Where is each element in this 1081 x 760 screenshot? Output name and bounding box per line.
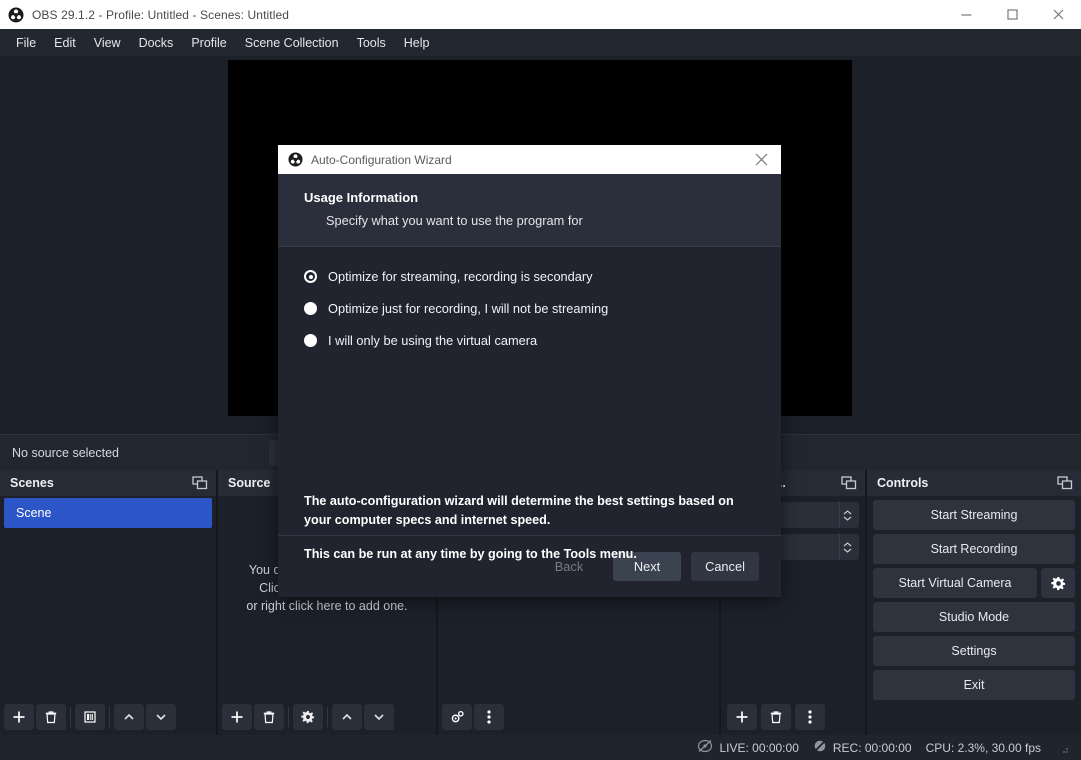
radio-button-streaming[interactable] [304,270,317,283]
dialog-heading: Usage Information [304,190,419,205]
start-streaming-button[interactable]: Start Streaming [873,500,1075,530]
sources-toolbar [218,699,436,735]
add-source-button[interactable] [222,704,252,730]
menu-docks[interactable]: Docks [130,32,183,54]
scene-filters-button[interactable] [75,704,105,730]
add-transition-button[interactable] [727,704,757,730]
dialog-subheading: Specify what you want to use the program… [326,213,583,228]
menubar: File Edit View Docks Profile Scene Colle… [0,29,1081,56]
exit-button[interactable]: Exit [873,670,1075,700]
menu-edit[interactable]: Edit [45,32,85,54]
mixer-menu-button[interactable] [474,704,504,730]
menu-profile[interactable]: Profile [182,32,235,54]
scene-list-item[interactable]: Scene [4,498,212,528]
maximize-button[interactable] [989,0,1035,29]
transition-menu-button[interactable] [795,704,825,730]
remove-source-button[interactable] [254,704,284,730]
divider [70,707,71,727]
rec-timer: REC: 00:00:00 [832,740,912,755]
menu-file[interactable]: File [7,32,45,54]
controls-title: Controls [877,476,929,490]
advanced-audio-properties-button[interactable] [442,704,472,730]
option-optimize-recording[interactable]: Optimize just for recording, I will not … [304,301,755,316]
close-button[interactable] [1035,0,1081,29]
radio-button-recording[interactable] [304,302,317,315]
dialog-title: Auto-Configuration Wizard [311,152,452,167]
no-source-selected-label: No source selected [12,445,120,460]
dialog-header: Usage Information Specify what you want … [278,174,781,247]
controls-dock-header: Controls [867,470,1081,496]
broadcast-off-icon [697,739,713,756]
mixer-toolbar [438,699,719,735]
duration-spinner[interactable] [839,534,855,560]
transition-spinner[interactable] [839,502,855,528]
dialog-note-line-1: The auto-configuration wizard will deter… [304,494,734,527]
virtual-camera-settings-button[interactable] [1041,568,1075,598]
dialog-close-button[interactable] [741,145,781,174]
option-optimize-streaming[interactable]: Optimize for streaming, recording is sec… [304,269,755,284]
obs-logo-icon [288,152,303,167]
live-status: LIVE: 00:00:00 [697,739,799,756]
start-recording-button[interactable]: Start Recording [873,534,1075,564]
dialog-body: Optimize for streaming, recording is sec… [278,247,781,561]
statusbar: LIVE: 00:00:00 REC: 00:00:00 CPU: 2.3%, … [0,735,1081,760]
dialog-note-line-2: This can be run at any time by going to … [304,547,637,561]
record-off-icon [813,739,827,756]
start-virtual-camera-button[interactable]: Start Virtual Camera [873,568,1037,598]
source-settings-button[interactable] [293,704,323,730]
remove-transition-button[interactable] [761,704,791,730]
add-scene-button[interactable] [4,704,34,730]
sources-title: Source [228,476,271,490]
divider [288,707,289,727]
move-source-down-button[interactable] [364,704,394,730]
option-label: I will only be using the virtual camera [328,333,538,348]
menu-scene-collection[interactable]: Scene Collection [236,32,348,54]
sources-empty-line-3: or right click here to add one. [246,598,408,613]
move-scene-down-button[interactable] [146,704,176,730]
undock-icon[interactable] [841,476,857,490]
controls-body: Start Streaming Start Recording Start Vi… [867,496,1081,735]
menu-view[interactable]: View [85,32,130,54]
radio-button-virtual-camera[interactable] [304,334,317,347]
option-virtual-camera[interactable]: I will only be using the virtual camera [304,333,755,348]
scenes-toolbar [0,699,216,735]
dialog-titlebar: Auto-Configuration Wizard [278,145,781,174]
divider [327,707,328,727]
obs-logo-icon [8,7,24,23]
menu-help[interactable]: Help [395,32,439,54]
move-scene-up-button[interactable] [114,704,144,730]
live-timer: LIVE: 00:00:00 [719,740,799,755]
window-titlebar: OBS 29.1.2 - Profile: Untitled - Scenes:… [0,0,1081,29]
scenes-list[interactable]: Scene [0,496,216,699]
undock-icon[interactable] [1057,476,1073,490]
undock-icon[interactable] [192,476,208,490]
move-source-up-button[interactable] [332,704,362,730]
option-label: Optimize for streaming, recording is sec… [328,269,593,284]
controls-dock: Controls Start Streaming Start Recording… [865,470,1081,735]
minimize-button[interactable] [943,0,989,29]
scenes-dock: Scenes Scene [0,470,216,735]
settings-button[interactable]: Settings [873,636,1075,666]
dialog-note: The auto-configuration wizard will deter… [304,492,755,564]
window-title: OBS 29.1.2 - Profile: Untitled - Scenes:… [32,7,290,22]
scenes-title: Scenes [10,476,54,490]
scenes-dock-header: Scenes [0,470,216,496]
divider [109,707,110,727]
option-label: Optimize just for recording, I will not … [328,301,609,316]
cpu-status: CPU: 2.3%, 30.00 fps [925,740,1041,755]
menu-tools[interactable]: Tools [348,32,395,54]
studio-mode-button[interactable]: Studio Mode [873,602,1075,632]
transitions-toolbar [721,699,865,735]
remove-scene-button[interactable] [36,704,66,730]
auto-configuration-wizard-dialog: Auto-Configuration Wizard Usage Informat… [278,145,781,597]
rec-status: REC: 00:00:00 [813,739,912,756]
virtual-camera-row: Start Virtual Camera [873,568,1075,598]
resize-grip[interactable] [1059,743,1069,753]
